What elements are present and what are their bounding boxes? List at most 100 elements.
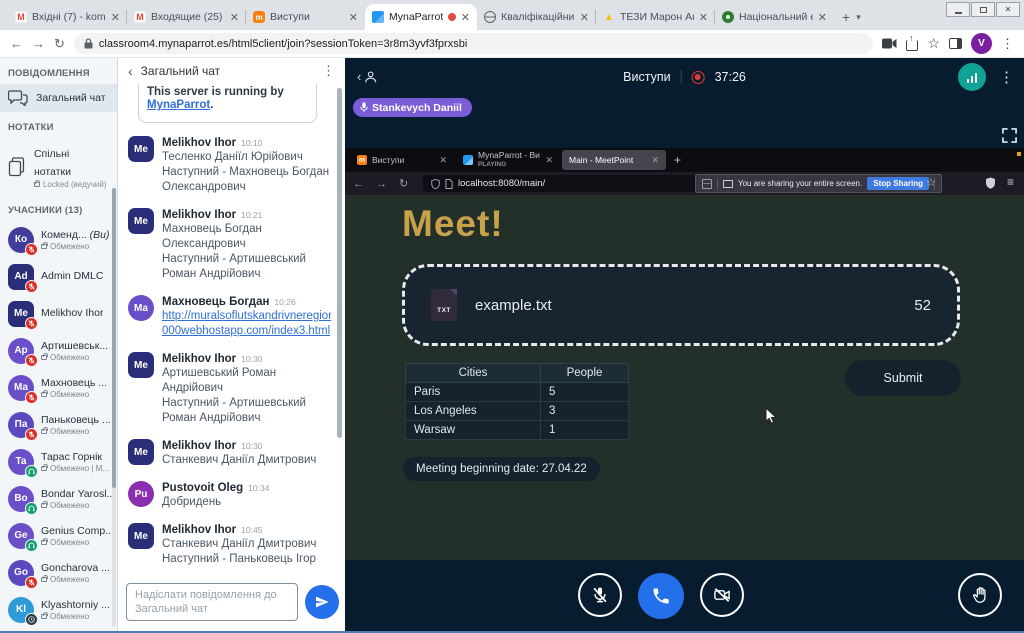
toggle-userlist-button[interactable]: ‹ [357,69,378,85]
browser-tab[interactable]: M Вхідні (7) - komend ✕ [8,4,127,30]
stop-sharing-button[interactable]: Stop Sharing [867,177,930,190]
new-tab-button[interactable]: + [842,9,850,25]
firefox-menu-icon[interactable]: ≡ [1007,175,1014,189]
reload-button[interactable]: ↻ [54,36,65,52]
message-time: 10:30 [241,441,263,451]
message-avatar: Pu [128,481,154,507]
firefox-reload-icon[interactable]: ↻ [399,177,408,190]
minimize-button[interactable] [946,2,970,17]
participant-row[interactable]: Bo Bondar Yarosl... Обмежено [0,480,117,517]
tab-close-icon[interactable]: ✕ [349,11,358,24]
firefox-tab[interactable]: m Виступи ✕ [350,150,454,170]
fullscreen-icon[interactable] [1002,128,1017,143]
tab-close-icon[interactable]: ✕ [651,155,659,166]
back-button[interactable]: ← [10,36,23,51]
browser-tab[interactable]: M Входящие (25) - ko ✕ [126,4,246,30]
window-controls: ✕ [946,2,1020,17]
participant-row[interactable]: Ad Admin DMLC [0,258,117,295]
meetpoint-page: Meet! TXT example.txt 52 Cities People P… [345,195,1024,562]
message-avatar: Me [128,523,154,549]
firefox-back-icon[interactable]: ← [353,178,364,190]
send-message-button[interactable] [305,585,339,619]
participant-name: Коменд... (Ви) [41,228,110,241]
participant-name: Genius Comp... [41,524,114,537]
tab-close-icon[interactable]: ✕ [580,11,589,24]
message-link[interactable]: http://muralsoflutskandrivneregion.000we… [162,309,331,339]
welcome-link[interactable]: MynaParrot [147,99,210,111]
participant-row[interactable]: Ко Коменд... (Ви) Обмежено [0,221,117,258]
raise-hand-button[interactable] [958,573,1002,617]
browser-tab[interactable]: MynaParrot - B ✕ [365,4,477,30]
notice-minimize-icon[interactable]: — [702,178,712,189]
moodle-icon: m [357,155,367,165]
chat-options-icon[interactable]: ⋮ [322,63,335,79]
browser-window: M Вхідні (7) - komend ✕ M Входящие (25) - ko… [0,0,1024,633]
participant-row[interactable]: Kl Klyashtorniy ... Обмежено [0,591,117,628]
browser-tab[interactable]: ▲ ТЕЗИ Марон Анас ✕ [595,4,715,30]
chat-back-button[interactable]: ‹ [128,63,133,79]
recording-indicator-icon[interactable] [691,70,705,84]
participant-row[interactable]: Me Melikhov Ihor [0,295,117,332]
participants-header: УЧАСНИКИ (13) [8,205,83,216]
tab-close-icon[interactable]: ✕ [439,155,447,166]
maximize-button[interactable] [971,2,995,17]
participant-name: Admin DMLC [41,270,104,282]
meeting-action-bar [345,560,1024,631]
message-avatar: Me [128,136,154,162]
browser-tab[interactable]: m Виступи ✕ [245,4,365,30]
connection-status-icon[interactable] [958,63,986,91]
sidebar-item-shared-notes[interactable]: Спільні нотатки Locked (ведучий) [0,138,117,195]
tab-close-icon[interactable]: ✕ [461,11,470,24]
screen-icon [723,179,733,188]
participant-row[interactable]: Ta Тарас Горнік Обмежено | M... [0,443,117,480]
mic-off-badge-icon [25,279,38,293]
tab-close-icon[interactable]: ✕ [545,155,553,166]
address-bar[interactable]: classroom4.mynaparrot.es/html5client/joi… [73,33,874,54]
file-drop-zone[interactable]: TXT example.txt 52 [402,264,960,346]
participant-status: Обмежено [41,500,115,510]
side-panel-icon[interactable] [949,38,962,49]
close-button[interactable]: ✕ [996,2,1020,17]
videocam-icon[interactable] [882,38,897,49]
leave-audio-button[interactable] [637,572,684,619]
chat-message-list[interactable]: This server is running by MynaParrot. Me… [128,84,331,567]
firefox-tab[interactable]: Main - MeetPoint ✕ [562,150,666,170]
tab-close-icon[interactable]: ✕ [818,11,827,24]
firefox-address-bar[interactable]: localhost:8080/main/ [423,175,723,192]
chat-message-input[interactable]: Надіслати повідомлення до Загальний чат [126,583,298,621]
lock-icon [41,352,48,360]
profile-avatar[interactable]: V [971,33,992,54]
participant-row[interactable]: Па Паньковець ... Обмежено [0,406,117,443]
participant-row[interactable]: Ма Махновець ... Обмежено [0,369,117,406]
sidebar-scrollbar[interactable] [112,188,116,627]
firefox-bookmark-star-icon[interactable]: ☆ [926,176,936,189]
share-webcam-button[interactable] [699,572,744,617]
bookmark-star-icon[interactable]: ☆ [927,35,940,52]
firefox-forward-icon[interactable]: → [376,178,387,190]
chat-scrollbar[interactable] [337,88,342,438]
browser-tab[interactable]: Національний ек ✕ [714,4,834,30]
lock-icon [41,241,48,249]
unmute-microphone-button[interactable] [577,572,622,617]
firefox-tab[interactable]: MynaParrot - ВиступиPLAYING ✕ [456,150,560,170]
protection-shield-icon[interactable] [985,177,996,189]
tab-search-chevron-icon[interactable]: ▾ [856,12,861,23]
meeting-options-icon[interactable]: ⋮ [999,68,1014,86]
firefox-new-tab-button[interactable]: + [674,153,681,167]
chat-message: Ма Махновець Богдан 10:26 http://muralsoflu… [128,295,331,339]
participant-row[interactable]: Go Goncharova ... Обмежено [0,554,117,591]
share-icon[interactable] [906,33,919,51]
tab-close-icon[interactable]: ✕ [111,11,120,24]
participant-row[interactable]: Ар Артишевськ... Обмежено [0,332,117,369]
tab-close-icon[interactable]: ✕ [699,11,708,24]
tab-title: Національний ек [739,11,813,23]
forward-button[interactable]: → [32,36,45,51]
participant-avatar: Ко [8,226,38,256]
tab-close-icon[interactable]: ✕ [230,11,239,24]
browser-tab[interactable]: Кваліфікаційний р ✕ [477,4,596,30]
sidebar-item-public-chat[interactable]: Загальний чат [0,84,117,112]
participant-row[interactable]: Ge Genius Comp... Обмежено [0,517,117,554]
submit-button[interactable]: Submit [845,360,961,396]
browser-menu-icon[interactable]: ⋮ [1001,36,1014,52]
chat-message: Me Melikhov Ihor 10:10 Тесленко Даніїл Юрій… [128,136,331,195]
